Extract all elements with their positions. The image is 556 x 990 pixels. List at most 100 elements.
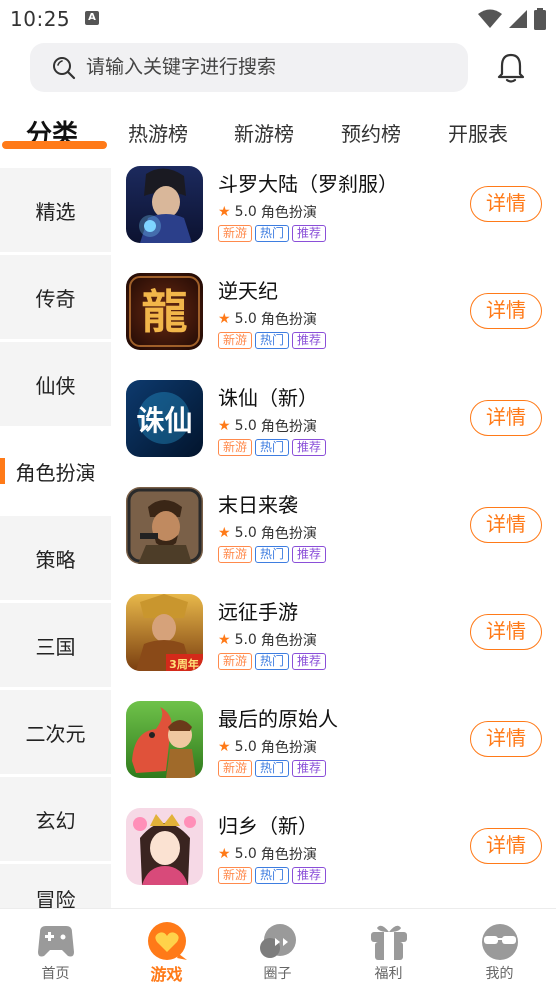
tag-recommended: 推荐 (292, 439, 327, 456)
nav-home[interactable]: 首页 (0, 909, 111, 990)
notification-icon: A (85, 11, 99, 25)
game-list: 斗罗大陆（罗刹服） ★ 5.0 角色扮演 新游 热门 推荐 详情 龍 逆天纪 ★… (111, 158, 556, 908)
tag-new: 新游 (218, 225, 253, 242)
wifi-icon (478, 9, 502, 28)
game-tags: 新游 热门 推荐 (218, 546, 327, 563)
game-rating: ★ 5.0 角色扮演 (218, 844, 317, 864)
tag-recommended: 推荐 (292, 225, 327, 242)
detail-button[interactable]: 详情 (470, 186, 542, 222)
nav-label: 我的 (485, 966, 514, 982)
list-item[interactable]: 龍 逆天纪 ★ 5.0 角色扮演 新游 热门 推荐 详情 (111, 265, 556, 372)
game-rating: ★ 5.0 角色扮演 (218, 630, 317, 650)
game-icon (126, 487, 203, 564)
sidebar-item-legend[interactable]: 传奇 (0, 255, 111, 339)
tag-hot: 热门 (255, 439, 290, 456)
tag-recommended: 推荐 (292, 332, 327, 349)
nav-label: 游戏 (150, 965, 183, 984)
status-icons (478, 8, 546, 30)
heart-chat-icon (148, 922, 187, 960)
gift-icon (371, 925, 407, 960)
star-icon: ★ (218, 846, 231, 862)
tag-hot: 热门 (255, 332, 290, 349)
tab-hot-games[interactable]: 热游榜 (128, 118, 188, 147)
list-item[interactable]: 斗罗大陆（罗刹服） ★ 5.0 角色扮演 新游 热门 推荐 详情 (111, 158, 556, 265)
game-tags: 新游 热门 推荐 (218, 332, 327, 349)
rating-value: 5.0 (234, 311, 257, 327)
list-item[interactable]: 归乡（新） ★ 5.0 角色扮演 新游 热门 推荐 详情 (111, 800, 556, 907)
game-rating: ★ 5.0 角色扮演 (218, 202, 317, 222)
sunglasses-face-icon (482, 924, 518, 960)
signal-icon (509, 10, 527, 28)
bell-icon[interactable] (496, 52, 526, 84)
list-item[interactable]: 诛仙 诛仙（新） ★ 5.0 角色扮演 新游 热门 推荐 详情 (111, 372, 556, 479)
nav-games[interactable]: 游戏 (111, 909, 222, 990)
sidebar-item-featured[interactable]: 精选 (0, 168, 111, 252)
nav-profile[interactable]: 我的 (444, 909, 555, 990)
sidebar-item-xianxia[interactable]: 仙侠 (0, 342, 111, 426)
game-icon-text: 3周年 (169, 657, 199, 671)
sidebar-item-label: 角色扮演 (15, 460, 96, 485)
game-name: 远征手游 (218, 600, 298, 624)
game-name: 斗罗大陆（罗刹服） (218, 172, 398, 196)
sidebar-item-label: 冒险 (35, 888, 76, 908)
status-time: 10:25 (10, 7, 71, 31)
sidebar-item-fantasy[interactable]: 玄幻 (0, 777, 111, 861)
list-item[interactable]: 3周年 远征手游 ★ 5.0 角色扮演 新游 热门 推荐 详情 (111, 586, 556, 693)
game-tags: 新游 热门 推荐 (218, 225, 327, 242)
chat-bubbles-icon (260, 924, 296, 958)
list-item[interactable]: 最后的原始人 ★ 5.0 角色扮演 新游 热门 推荐 详情 (111, 693, 556, 800)
genre-label: 角色扮演 (260, 847, 317, 863)
sidebar-item-rpg[interactable]: 角色扮演 (0, 429, 111, 513)
sidebar-item-strategy[interactable]: 策略 (0, 516, 111, 600)
detail-button[interactable]: 详情 (470, 828, 542, 864)
star-icon: ★ (218, 525, 231, 541)
tag-new: 新游 (218, 653, 253, 670)
star-icon: ★ (218, 632, 231, 648)
sidebar-item-three-kingdoms[interactable]: 三国 (0, 603, 111, 687)
sidebar-item-adventure[interactable]: 冒险 (0, 864, 111, 908)
tab-new-games[interactable]: 新游榜 (234, 118, 294, 147)
game-tags: 新游 热门 推荐 (218, 867, 327, 884)
sidebar-item-label: 三国 (35, 634, 76, 659)
list-item[interactable]: 末日来袭 ★ 5.0 角色扮演 新游 热门 推荐 详情 (111, 479, 556, 586)
nav-welfare[interactable]: 福利 (333, 909, 444, 990)
search-input[interactable] (86, 43, 456, 92)
game-rating: ★ 5.0 角色扮演 (218, 523, 317, 543)
nav-community[interactable]: 圈子 (222, 909, 333, 990)
game-icon-text: 龍 (142, 285, 188, 339)
rating-value: 5.0 (234, 525, 257, 541)
genre-label: 角色扮演 (260, 526, 317, 542)
detail-button[interactable]: 详情 (470, 293, 542, 329)
nav-label: 圈子 (263, 966, 292, 982)
battery-icon (534, 8, 546, 30)
tag-hot: 热门 (255, 546, 290, 563)
tag-hot: 热门 (255, 867, 290, 884)
genre-label: 角色扮演 (260, 740, 317, 756)
nav-label: 首页 (41, 966, 70, 982)
detail-button[interactable]: 详情 (470, 507, 542, 543)
tag-recommended: 推荐 (292, 546, 327, 563)
game-icon: 3周年 (126, 594, 203, 671)
detail-button[interactable]: 详情 (470, 721, 542, 757)
rating-value: 5.0 (234, 418, 257, 434)
game-name: 最后的原始人 (218, 707, 338, 731)
tag-recommended: 推荐 (292, 867, 327, 884)
tag-new: 新游 (218, 439, 253, 456)
category-sidebar: 精选 传奇 仙侠 角色扮演 策略 三国 二次元 玄幻 冒险 (0, 168, 111, 908)
tag-new: 新游 (218, 760, 253, 777)
tag-hot: 热门 (255, 760, 290, 777)
game-icon: 诛仙 (126, 380, 203, 457)
tab-preorder[interactable]: 预约榜 (341, 118, 401, 147)
detail-button[interactable]: 详情 (470, 614, 542, 650)
search-bar[interactable] (30, 43, 468, 92)
tag-hot: 热门 (255, 225, 290, 242)
active-tab-indicator (2, 141, 107, 149)
rating-value: 5.0 (234, 204, 257, 220)
detail-button[interactable]: 详情 (470, 400, 542, 436)
sidebar-item-label: 仙侠 (35, 373, 76, 398)
tag-recommended: 推荐 (292, 653, 327, 670)
category-tabs: 分类 热游榜 新游榜 预约榜 开服表 (0, 108, 556, 158)
tab-server-schedule[interactable]: 开服表 (448, 118, 508, 147)
star-icon: ★ (218, 311, 231, 327)
sidebar-item-anime[interactable]: 二次元 (0, 690, 111, 774)
